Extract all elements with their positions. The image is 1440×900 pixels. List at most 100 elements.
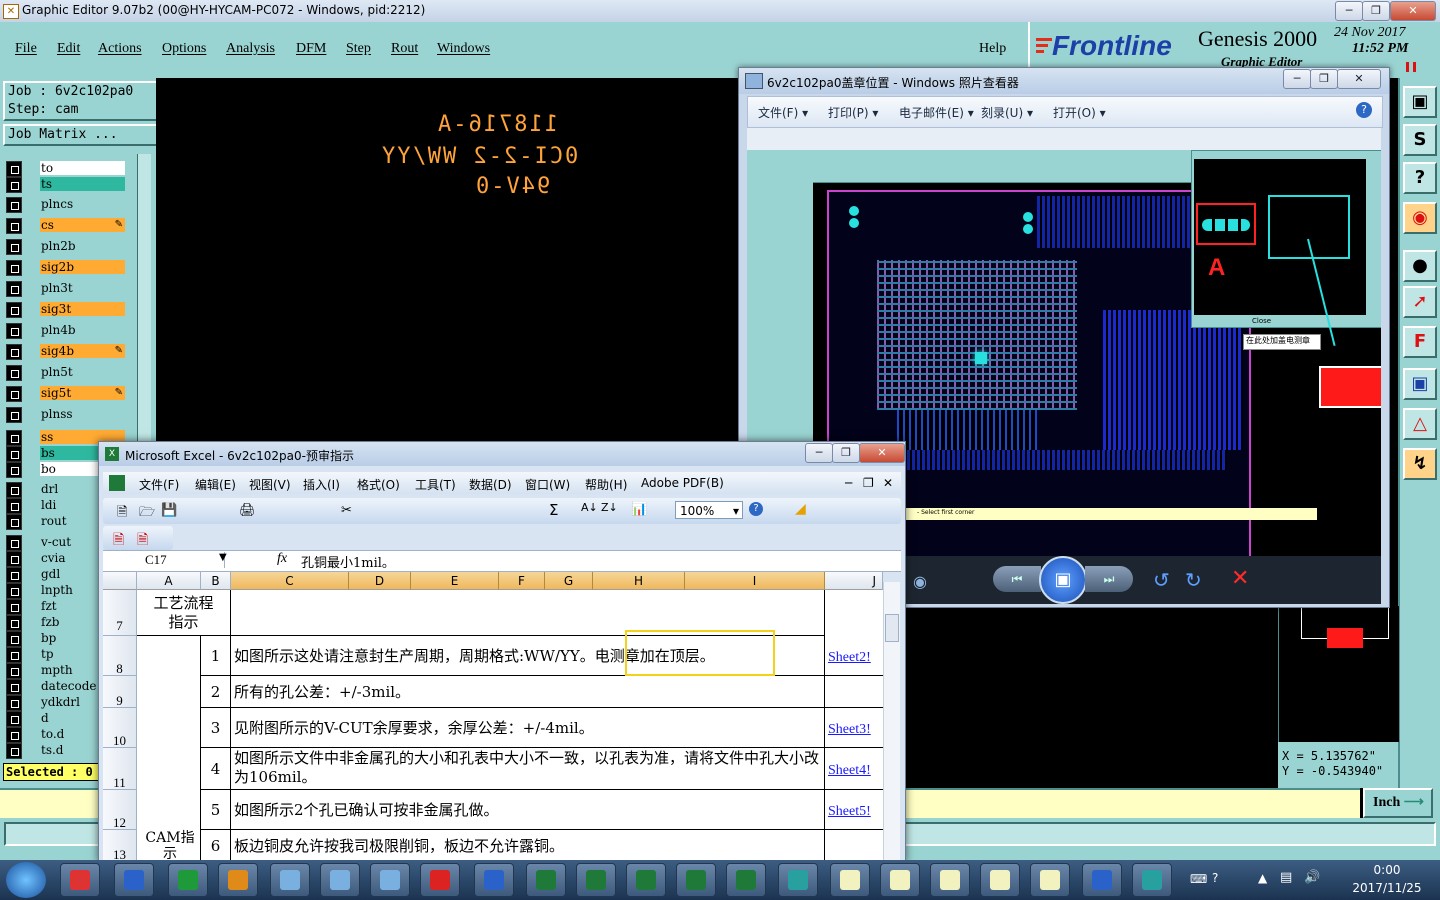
row-header[interactable]: 12 [103, 790, 137, 830]
layer-checkbox[interactable] [6, 281, 22, 297]
save-task-icon[interactable] [114, 863, 154, 897]
pdf-task-icon[interactable] [420, 863, 460, 897]
popview-close-label[interactable]: Close [1252, 317, 1271, 325]
pv-delete-icon[interactable]: ✕ [1231, 566, 1249, 591]
item-number-cell[interactable]: 4 [201, 748, 231, 790]
pv-menu-email[interactable]: 电子邮件(E) ▾ [899, 104, 974, 121]
col-header-f[interactable]: F [499, 572, 545, 590]
name-box[interactable]: C17 [105, 552, 225, 568]
sheet-link[interactable]: Sheet2! [828, 650, 871, 665]
xl-menu-window[interactable]: 窗口(W) [525, 476, 570, 493]
excel-task-icon-5[interactable] [726, 863, 766, 897]
xl-menu-adobe-pdf[interactable]: Adobe PDF(B) [641, 476, 724, 490]
layer-checkbox[interactable] [6, 631, 22, 647]
layer-name[interactable]: sig3t [40, 302, 125, 316]
pv-close-button[interactable]: ✕ [1337, 69, 1381, 89]
col-header-j[interactable]: J [825, 572, 883, 590]
name-box-dropdown-icon[interactable]: ▼ [219, 552, 227, 563]
sheet-link-cell[interactable] [825, 830, 883, 862]
excel-doc-icon[interactable] [109, 475, 125, 491]
menu-rout[interactable]: Rout [391, 41, 418, 57]
layer-checkbox[interactable] [6, 302, 22, 318]
xl-help-icon[interactable]: ? [749, 502, 763, 516]
layer-name[interactable]: sig4b [40, 344, 125, 358]
chart-wizard-icon[interactable]: 📊 [631, 502, 647, 517]
layer-checkbox[interactable] [6, 197, 22, 213]
tray-help-icon[interactable]: ? [1212, 871, 1218, 885]
col-header-i[interactable]: I [685, 572, 825, 590]
pv-minimize-button[interactable]: ─ [1283, 69, 1311, 89]
sheet-link-cell[interactable]: Sheet2! [825, 636, 883, 676]
layer-checkbox[interactable] [6, 615, 22, 631]
menu-help[interactable]: Help [979, 41, 1006, 57]
tray-keyboard-icon[interactable]: ⌨ [1190, 872, 1207, 886]
open-icon[interactable]: 🗁 [139, 503, 155, 525]
sheet-link[interactable]: Sheet3! [828, 722, 871, 737]
viewer-task-icon-2[interactable] [320, 863, 360, 897]
sheet-link-cell[interactable]: Sheet5! [825, 790, 883, 830]
excel-task-icon-3[interactable] [626, 863, 666, 897]
layer-checkbox[interactable] [6, 727, 22, 743]
instruction-cell[interactable]: 如图所示文件中非金属孔的大小和孔表中大小不一致，以孔表为准，请将文件中孔大小改为… [231, 748, 825, 790]
zoom-select[interactable]: 100% ▾ [675, 501, 743, 519]
layer-row[interactable]: pln5t [6, 365, 125, 381]
layer-name[interactable]: pln2b [40, 239, 125, 253]
layer-checkbox[interactable] [6, 551, 22, 567]
layer-name[interactable]: pln3t [40, 281, 125, 295]
xl-menu-data[interactable]: 数据(D) [469, 476, 512, 493]
record-icon[interactable]: ● [1403, 250, 1437, 282]
pv-help-icon[interactable]: ? [1356, 102, 1372, 118]
layer-checkbox[interactable] [6, 695, 22, 711]
overview-map[interactable] [1278, 606, 1399, 742]
layer-name[interactable]: pln5t [40, 365, 125, 379]
layer-checkbox[interactable] [6, 344, 22, 360]
layer-checkbox[interactable] [6, 647, 22, 663]
cut-icon[interactable]: ✂ [341, 503, 352, 518]
fill-color-icon[interactable]: ◢ [795, 501, 806, 517]
layer-checkbox[interactable] [6, 446, 22, 462]
shell-task-icon[interactable] [218, 863, 258, 897]
units-toggle[interactable]: Inch ⟶ [1363, 788, 1433, 818]
pv-slideshow-button[interactable]: ▣ [1039, 556, 1087, 604]
layer-checkbox[interactable] [6, 567, 22, 583]
layer-checkbox[interactable] [6, 260, 22, 276]
excel-task-icon-1[interactable] [526, 863, 566, 897]
tray-network-icon[interactable]: ▤ [1280, 870, 1292, 885]
filter-icon[interactable]: F [1403, 326, 1437, 358]
layer-checkbox[interactable] [6, 679, 22, 695]
excel-vertical-scrollbar[interactable] [883, 582, 900, 860]
sort-descending-icon[interactable]: Z↓ [601, 501, 618, 514]
autosum-icon[interactable]: Σ [549, 501, 558, 519]
process-header-cell[interactable]: 工艺流程指示 [137, 590, 231, 636]
print-icon[interactable]: 🖨 [239, 503, 256, 518]
layer-checkbox[interactable] [6, 599, 22, 615]
xl-menu-format[interactable]: 格式(O) [357, 476, 400, 493]
xl-menu-help[interactable]: 帮助(H) [585, 476, 627, 493]
layer-name[interactable]: cs [40, 218, 125, 232]
new-icon[interactable]: 🗎 [117, 503, 127, 525]
layer-row[interactable]: sig4b [6, 344, 125, 360]
layer-checkbox[interactable] [6, 386, 22, 402]
col-header-c[interactable]: C [231, 572, 349, 590]
word-task-icon[interactable] [1082, 863, 1122, 897]
layer-checkbox[interactable] [6, 535, 22, 551]
board-task-icon[interactable] [1132, 863, 1172, 897]
pv-menu-burn[interactable]: 刻录(U) ▾ [981, 104, 1033, 121]
layer-checkbox[interactable] [6, 218, 22, 234]
sheet-link-cell[interactable] [825, 676, 883, 708]
pv-menu-print[interactable]: 打印(P) ▾ [828, 104, 878, 121]
xl-menu-file[interactable]: 文件(F) [139, 476, 179, 493]
layer-checkbox[interactable] [6, 711, 22, 727]
menu-analysis[interactable]: Analysis [226, 41, 275, 57]
zoom-window-icon[interactable]: ▣ [1403, 86, 1437, 118]
xl-restore-button[interactable]: ❐ [832, 443, 860, 463]
measure-tool-icon[interactable]: ↯ [1403, 448, 1437, 480]
layer-row[interactable]: cs [6, 218, 125, 234]
layer-checkbox[interactable] [6, 498, 22, 514]
xl-menu-tools[interactable]: 工具(T) [415, 476, 456, 493]
clock-time[interactable]: 0:00 [1352, 863, 1422, 877]
network-task-icon[interactable] [778, 863, 818, 897]
tray-expand-icon[interactable]: ▲ [1258, 871, 1267, 885]
genesis-task-icon-5[interactable] [1030, 863, 1070, 897]
connect-icon[interactable]: ➚ [1403, 286, 1437, 318]
